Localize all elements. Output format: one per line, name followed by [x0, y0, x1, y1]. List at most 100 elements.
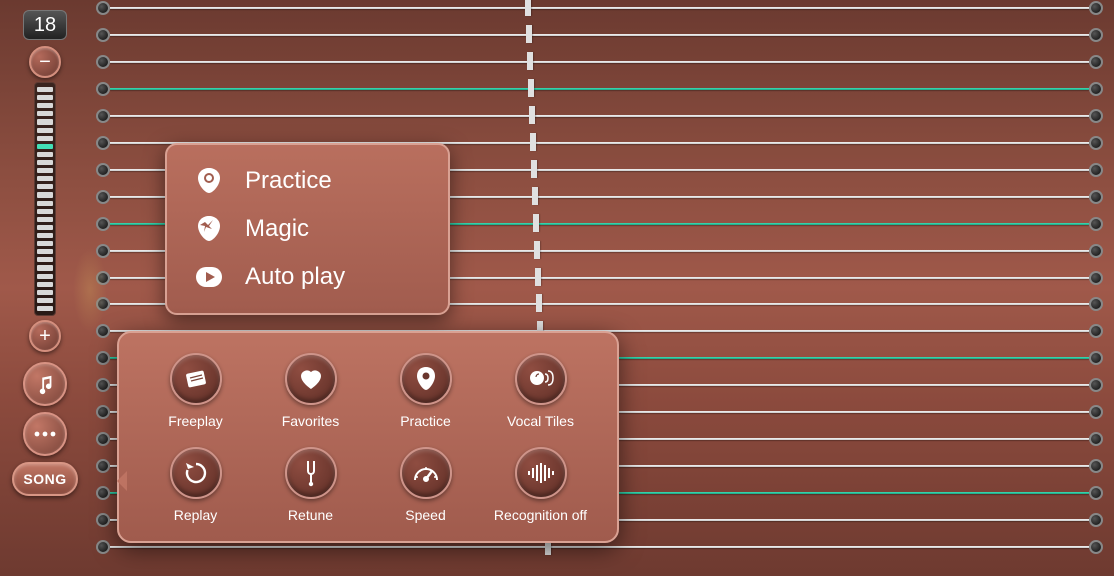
slider-tick: [37, 282, 53, 287]
string-peg: [1089, 405, 1103, 419]
bridge: [536, 294, 542, 312]
string[interactable]: [90, 545, 1109, 549]
music-button[interactable]: [23, 362, 67, 406]
bridge: [533, 214, 539, 232]
action-speed[interactable]: Speed: [373, 447, 478, 523]
pick-mic-icon: [195, 167, 223, 195]
slider-tick: [37, 274, 53, 279]
pick-spark-icon: [195, 215, 223, 243]
slider-tick: [37, 119, 53, 124]
string[interactable]: [90, 114, 1109, 118]
soundwave-icon: [526, 463, 556, 483]
slider-tick: [37, 225, 53, 230]
string-peg: [96, 1, 110, 15]
replay-icon: [183, 460, 209, 486]
string-peg: [1089, 486, 1103, 500]
action-label: Practice: [400, 413, 451, 429]
action-retune[interactable]: Retune: [258, 447, 363, 523]
slider-tick: [37, 192, 53, 197]
slider-tick: [37, 111, 53, 116]
slider-tick: [37, 265, 53, 270]
string-peg: [1089, 190, 1103, 204]
slider-tick: [37, 298, 53, 303]
string-peg: [96, 244, 110, 258]
slider-tick: [37, 306, 53, 311]
string-peg: [96, 28, 110, 42]
mode-label: Auto play: [245, 263, 345, 291]
string-peg: [96, 82, 110, 96]
string-peg: [96, 297, 110, 311]
string[interactable]: [90, 60, 1109, 64]
slider-tick: [37, 209, 53, 214]
string-peg: [1089, 378, 1103, 392]
string-peg: [1089, 540, 1103, 554]
string-peg: [96, 513, 110, 527]
string-peg: [96, 55, 110, 69]
mode-magic[interactable]: Magic: [167, 205, 448, 253]
more-button[interactable]: [23, 412, 67, 456]
string[interactable]: [90, 87, 1109, 91]
string-peg: [96, 378, 110, 392]
slider-tick: [37, 152, 53, 157]
slider-tick: [37, 201, 53, 206]
action-label: Replay: [174, 507, 218, 523]
slider-tick: [37, 87, 53, 92]
string-peg: [1089, 1, 1103, 15]
string-peg: [96, 109, 110, 123]
voice-icon: [527, 366, 555, 392]
mode-label: Practice: [245, 167, 332, 195]
zoom-slider[interactable]: − +: [25, 46, 65, 356]
action-recognition[interactable]: Recognition off: [488, 447, 593, 523]
string-peg: [96, 217, 110, 231]
bridge: [526, 25, 532, 43]
slider-track[interactable]: [34, 82, 56, 316]
slider-tick: [37, 128, 53, 133]
slider-tick: [37, 257, 53, 262]
string-peg: [1089, 109, 1103, 123]
slider-tick: [37, 176, 53, 181]
bridge: [527, 52, 533, 70]
music-note-icon: [34, 373, 56, 395]
bridge: [532, 187, 538, 205]
bridge: [535, 268, 541, 286]
string-peg: [1089, 297, 1103, 311]
string-peg: [1089, 217, 1103, 231]
string-peg: [96, 540, 110, 554]
string-peg: [96, 190, 110, 204]
left-controls: 18 − + SONG: [12, 10, 78, 566]
string-peg: [96, 136, 110, 150]
freeplay-icon: [183, 366, 209, 392]
tuningfork-icon: [301, 459, 321, 487]
mode-menu-popup: Practice Magic Auto play: [165, 143, 450, 315]
action-practice[interactable]: Practice: [373, 353, 478, 429]
slider-tick: [37, 290, 53, 295]
string-peg: [1089, 244, 1103, 258]
string-peg: [96, 432, 110, 446]
string-peg: [1089, 271, 1103, 285]
action-replay[interactable]: Replay: [143, 447, 248, 523]
action-label: Favorites: [282, 413, 340, 429]
bridge: [525, 0, 531, 16]
string[interactable]: [90, 6, 1109, 10]
action-label: Vocal Tiles: [507, 413, 574, 429]
slider-tick: [37, 160, 53, 165]
slider-tick: [37, 184, 53, 189]
song-button[interactable]: SONG: [12, 462, 78, 496]
action-label: Speed: [405, 507, 445, 523]
slider-tick: [37, 249, 53, 254]
mode-label: Magic: [245, 215, 309, 243]
mode-practice[interactable]: Practice: [167, 157, 448, 205]
bridge: [529, 106, 535, 124]
minus-button[interactable]: −: [29, 46, 61, 78]
string[interactable]: [90, 33, 1109, 37]
action-favorites[interactable]: Favorites: [258, 353, 363, 429]
action-label: Freeplay: [168, 413, 222, 429]
string-count-badge: 18: [23, 10, 67, 40]
action-vocal-tiles[interactable]: Vocal Tiles: [488, 353, 593, 429]
action-freeplay[interactable]: Freeplay: [143, 353, 248, 429]
mode-autoplay[interactable]: Auto play: [167, 253, 448, 301]
bridge: [528, 79, 534, 97]
string-peg: [96, 405, 110, 419]
slider-tick: [37, 217, 53, 222]
plus-button[interactable]: +: [29, 320, 61, 352]
